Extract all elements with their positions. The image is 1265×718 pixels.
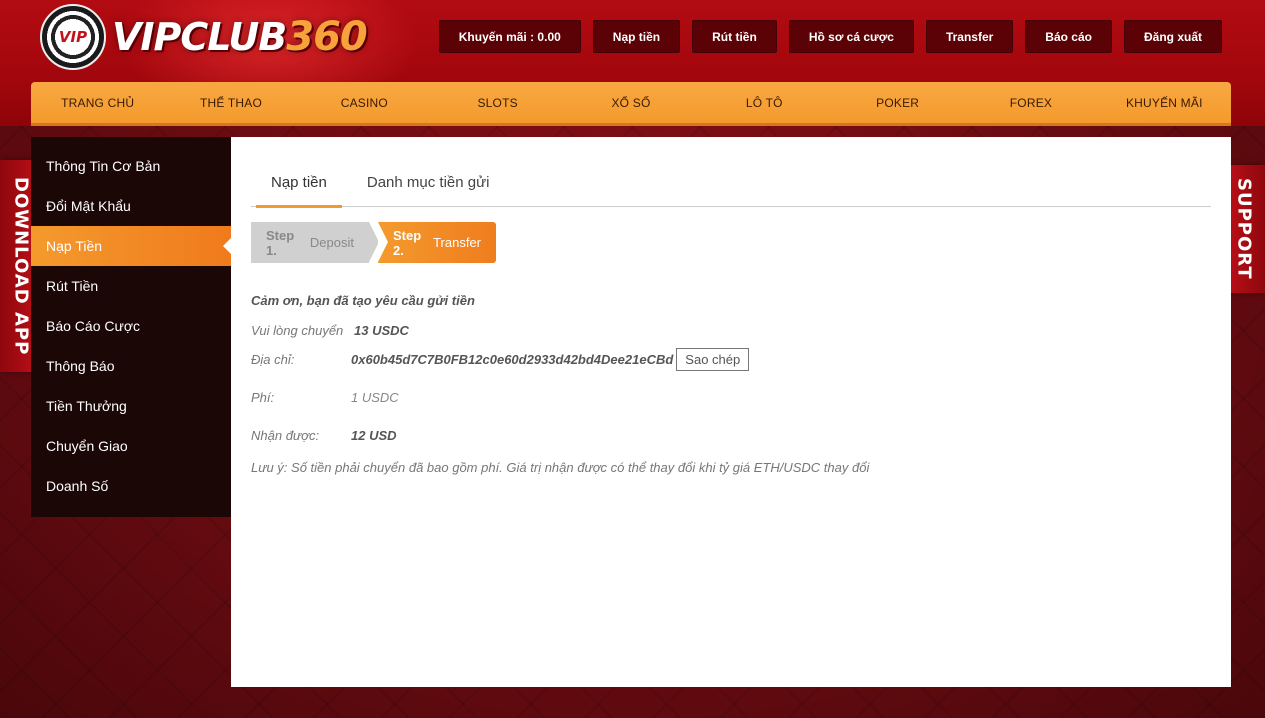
sidebar-item-basic-info[interactable]: Thông Tin Cơ Bản xyxy=(31,146,231,186)
sidebar-item-notifications[interactable]: Thông Báo xyxy=(31,346,231,386)
sidebar-item-bonus[interactable]: Tiền Thưởng xyxy=(31,386,231,426)
nav-home[interactable]: TRANG CHỦ xyxy=(31,82,164,123)
tab-deposit[interactable]: Nạp tiền xyxy=(251,157,347,208)
nav-forex[interactable]: FOREX xyxy=(964,82,1097,123)
bet-history-button[interactable]: Hồ sơ cá cược xyxy=(788,20,914,53)
nav-sports[interactable]: THỂ THAO xyxy=(164,82,297,123)
receive-row: Nhận được: 12 USD xyxy=(251,427,397,443)
content-tabs: Nạp tiền Danh mục tiền gửi xyxy=(251,157,1211,208)
site-logo[interactable]: VIP VIPCLUB360 xyxy=(40,4,368,70)
main-content: Nạp tiền Danh mục tiền gửi Step 1. Deposi… xyxy=(231,137,1231,687)
sidebar-item-deposit[interactable]: Nạp Tiền xyxy=(31,226,231,266)
fee-note: Lưu ý: Số tiền phải chuyển đã bao gồm ph… xyxy=(251,460,870,475)
address-row: Địa chỉ: 0x60b45d7C7B0FB12c0e60d2933d42b… xyxy=(251,340,1211,378)
logout-button[interactable]: Đăng xuất xyxy=(1123,20,1222,53)
sidebar-item-bet-report[interactable]: Báo Cáo Cược xyxy=(31,306,231,346)
deposit-info: Cảm ơn, bạn đã tạo yêu cầu gửi tiền Vui … xyxy=(251,293,1211,475)
step-deposit: Step 1. Deposit xyxy=(251,222,369,263)
sidebar-item-change-password[interactable]: Đổi Mật Khẩu xyxy=(31,186,231,226)
transfer-amount: 13 USDC xyxy=(354,322,409,338)
withdraw-button[interactable]: Rút tiền xyxy=(692,20,777,53)
report-button[interactable]: Báo cáo xyxy=(1025,20,1112,53)
promo-balance-button[interactable]: Khuyến mãi : 0.00 xyxy=(438,20,581,53)
nav-loto[interactable]: LÔ TÔ xyxy=(698,82,831,123)
step-transfer: Step 2. Transfer xyxy=(378,222,496,263)
transfer-button[interactable]: Transfer xyxy=(925,20,1014,53)
fee-amount: 1 USDC xyxy=(351,389,399,405)
nav-slots[interactable]: SLOTS xyxy=(431,82,564,123)
nav-lottery[interactable]: XỔ SỐ xyxy=(564,82,697,123)
deposit-steps: Step 1. Deposit Step 2. Transfer xyxy=(251,222,1211,263)
top-buttons: Khuyến mãi : 0.00 Nạp tiền Rút tiền Hồ s… xyxy=(438,20,1222,53)
sidebar-item-turnover[interactable]: Doanh Số xyxy=(31,466,231,506)
transfer-amount-row: Vui lòng chuyển 13 USDC xyxy=(251,322,409,338)
main-nav: TRANG CHỦ THỂ THAO CASINO SLOTS XỔ SỐ LÔ… xyxy=(31,82,1231,126)
wallet-address: 0x60b45d7C7B0FB12c0e60d2933d42bd4Dee21eC… xyxy=(351,351,674,367)
sidebar-item-transfer[interactable]: Chuyển Giao xyxy=(31,426,231,466)
logo-chip-icon: VIP xyxy=(40,4,106,70)
nav-promotions[interactable]: KHUYẾN MÃI xyxy=(1098,82,1231,123)
fee-row: Phí: 1 USDC xyxy=(251,389,399,405)
thanks-message: Cảm ơn, bạn đã tạo yêu cầu gửi tiền xyxy=(251,293,475,308)
sidebar-item-withdraw[interactable]: Rút Tiền xyxy=(31,266,231,306)
receive-amount: 12 USD xyxy=(351,427,397,443)
deposit-button[interactable]: Nạp tiền xyxy=(592,20,681,53)
nav-poker[interactable]: POKER xyxy=(831,82,964,123)
copy-address-button[interactable]: Sao chép xyxy=(676,347,750,371)
tab-deposit-history[interactable]: Danh mục tiền gửi xyxy=(347,157,510,207)
nav-casino[interactable]: CASINO xyxy=(298,82,431,123)
account-sidebar: Thông Tin Cơ Bản Đổi Mật Khẩu Nạp Tiền R… xyxy=(31,137,231,517)
